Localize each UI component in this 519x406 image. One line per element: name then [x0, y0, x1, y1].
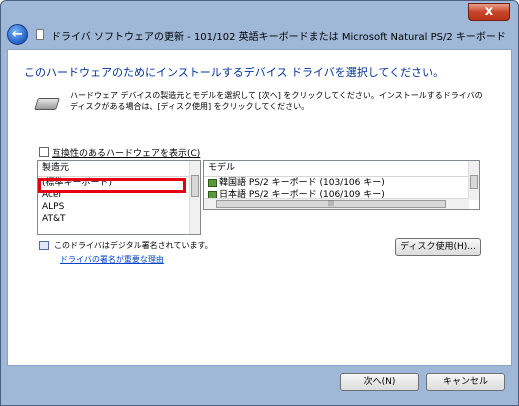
- list-item[interactable]: 韓国語 PS/2 キーボード (103/106 キー): [204, 177, 479, 189]
- list-item[interactable]: ALPS: [38, 201, 200, 213]
- compatible-hardware-label[interactable]: 互換性のあるハードウェアを表示(C): [52, 146, 200, 159]
- dialog-content: このハードウェアのためにインストールするデバイス ドライバを選択してください。 …: [7, 49, 512, 366]
- list-item[interactable]: AT&T: [38, 213, 200, 225]
- selection-highlight-box: [38, 178, 186, 193]
- window-title: ドライバ ソフトウェアの更新 - 101/102 英語キーボードまたは Micr…: [51, 32, 506, 43]
- model-list[interactable]: モデル 韓国語 PS/2 キーボード (103/106 キー) 日本語 PS/2…: [203, 160, 480, 210]
- next-button[interactable]: 次へ(N): [340, 373, 419, 391]
- instruction-text: ハードウェア デバイスの製造元とモデルを選択して [次へ] をクリックしてくださ…: [70, 91, 483, 111]
- manufacturer-scrollbar[interactable]: [189, 161, 200, 234]
- close-button[interactable]: x: [468, 3, 510, 21]
- signature-status: このドライバはデジタル署名されています。: [54, 241, 213, 250]
- manufacturer-list-header: 製造元: [38, 161, 200, 177]
- signed-driver-icon: [39, 241, 49, 250]
- manufacturer-list[interactable]: 製造元 (標準キーボード) Acer ALPS AT&T: [37, 160, 201, 235]
- document-icon: [36, 29, 44, 40]
- page-heading: このハードウェアのためにインストールするデバイス ドライバを選択してください。: [24, 66, 445, 79]
- back-arrow-icon[interactable]: ←: [7, 24, 28, 45]
- model-hscroll-thumb[interactable]: |||: [216, 200, 446, 208]
- close-icon: x: [484, 4, 494, 19]
- driver-icon: [208, 179, 217, 187]
- compatible-hardware-checkbox[interactable]: [39, 147, 49, 157]
- model-scroll-thumb[interactable]: [470, 175, 478, 189]
- have-disk-button[interactable]: ディスク使用(H)...: [395, 238, 481, 256]
- model-scrollbar[interactable]: [468, 161, 479, 200]
- cancel-button[interactable]: キャンセル: [426, 373, 505, 391]
- model-list-header: モデル: [204, 161, 479, 177]
- title-area: ← ドライバ ソフトウェアの更新 - 101/102 英語キーボードまたは Mi…: [7, 23, 513, 47]
- keyboard-icon: [34, 98, 60, 110]
- model-item-label: 韓国語 PS/2 キーボード (103/106 キー): [219, 178, 385, 188]
- dialog-window: x ← ドライバ ソフトウェアの更新 - 101/102 英語キーボードまたは …: [0, 0, 519, 406]
- signature-info-link[interactable]: ドライバの署名が重要な理由: [60, 254, 164, 265]
- manufacturer-scroll-thumb[interactable]: [191, 175, 199, 197]
- model-horizontal-scrollbar[interactable]: |||: [204, 198, 469, 209]
